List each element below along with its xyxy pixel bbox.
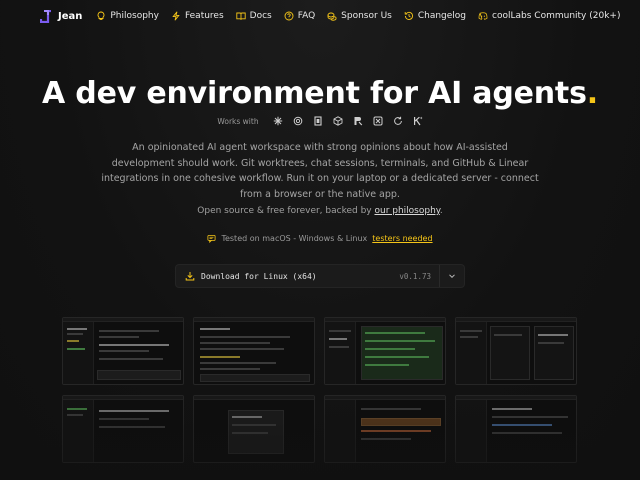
screenshot-thumbnail[interactable]: [193, 317, 315, 385]
nav-item-docs[interactable]: Docs: [236, 11, 272, 21]
open-source-note: Open source & free forever, backed by ou…: [0, 206, 640, 216]
chevron-down-icon: [449, 274, 455, 279]
hero-description: An opinionated AI agent workspace with s…: [101, 142, 539, 200]
hero-title-dot: .: [586, 76, 598, 111]
tested-note: Tested on macOS - Windows & Linux tester…: [0, 234, 640, 243]
screenshot-thumbnail[interactable]: [455, 317, 577, 385]
screenshot-thumbnail[interactable]: [193, 395, 315, 463]
nav-item-features[interactable]: Features: [171, 11, 224, 21]
nav-item-label: FAQ: [297, 11, 316, 21]
works-with-label: Works with: [217, 116, 259, 126]
nav-item-philosophy[interactable]: Philosophy: [96, 11, 159, 21]
cube-icon: [333, 116, 343, 126]
lightbulb-icon: [96, 11, 106, 21]
tested-text: Tested on macOS - Windows & Linux: [221, 234, 368, 243]
lightning-icon: [171, 11, 181, 21]
top-nav: Jean Philosophy Features Docs FAQ Sponso…: [0, 0, 640, 32]
screenshot-thumbnail[interactable]: [62, 395, 184, 463]
version-label: v0.1.73: [399, 271, 431, 281]
k-icon: [413, 116, 423, 126]
philosophy-link[interactable]: our philosophy: [374, 206, 439, 216]
message-icon: [207, 234, 216, 243]
question-circle-icon: [284, 11, 294, 21]
hero-title-text: A dev environment for AI agents: [42, 76, 587, 111]
download-button[interactable]: Download for Linux (x64) v0.1.73: [176, 265, 439, 287]
screenshot-thumbnail[interactable]: [324, 395, 446, 463]
brand-name: Jean: [58, 10, 83, 22]
screenshot-thumbnail[interactable]: [324, 317, 446, 385]
download-icon: [185, 271, 195, 281]
nav-item-community[interactable]: coolLabs Community (20k+): [478, 11, 620, 21]
download-options-button[interactable]: [440, 265, 464, 287]
nav-item-changelog[interactable]: Changelog: [404, 11, 466, 21]
nav-item-label: Docs: [249, 11, 272, 21]
works-with-row: Works with: [0, 116, 640, 126]
book-icon: [236, 11, 246, 21]
history-icon: [404, 11, 414, 21]
nav-item-label: Philosophy: [110, 11, 159, 21]
nav-item-label: Sponsor Us: [341, 11, 392, 21]
brand-link[interactable]: Jean: [40, 9, 83, 23]
nav-item-sponsor[interactable]: Sponsor Us: [327, 11, 392, 21]
opencode-icon: [313, 116, 323, 126]
hero-title: A dev environment for AI agents.: [0, 76, 640, 111]
nav-item-label: coolLabs Community (20k+): [492, 11, 621, 21]
refresh-icon: [393, 116, 403, 126]
screenshot-gallery: [62, 317, 578, 480]
open-source-prefix: Open source & free forever, backed by: [197, 206, 375, 216]
jean-logo-icon: [40, 9, 52, 23]
screenshot-thumbnail[interactable]: [455, 395, 577, 463]
discord-icon: [478, 11, 488, 21]
claude-icon: [273, 116, 283, 126]
openai-icon: [293, 116, 303, 126]
coins-icon: [327, 11, 337, 21]
testers-needed-link[interactable]: testers needed: [372, 234, 432, 243]
nav-item-faq[interactable]: FAQ: [284, 11, 315, 21]
nav-item-label: Changelog: [417, 11, 467, 21]
download-widget: Download for Linux (x64) v0.1.73: [175, 264, 465, 288]
nav-item-label: Features: [184, 11, 224, 21]
download-label: Download for Linux (x64): [201, 271, 317, 281]
screenshot-thumbnail[interactable]: [62, 317, 184, 385]
open-source-suffix: .: [439, 206, 443, 216]
grid-icon: [373, 116, 383, 126]
cursor-icon: [353, 116, 363, 126]
